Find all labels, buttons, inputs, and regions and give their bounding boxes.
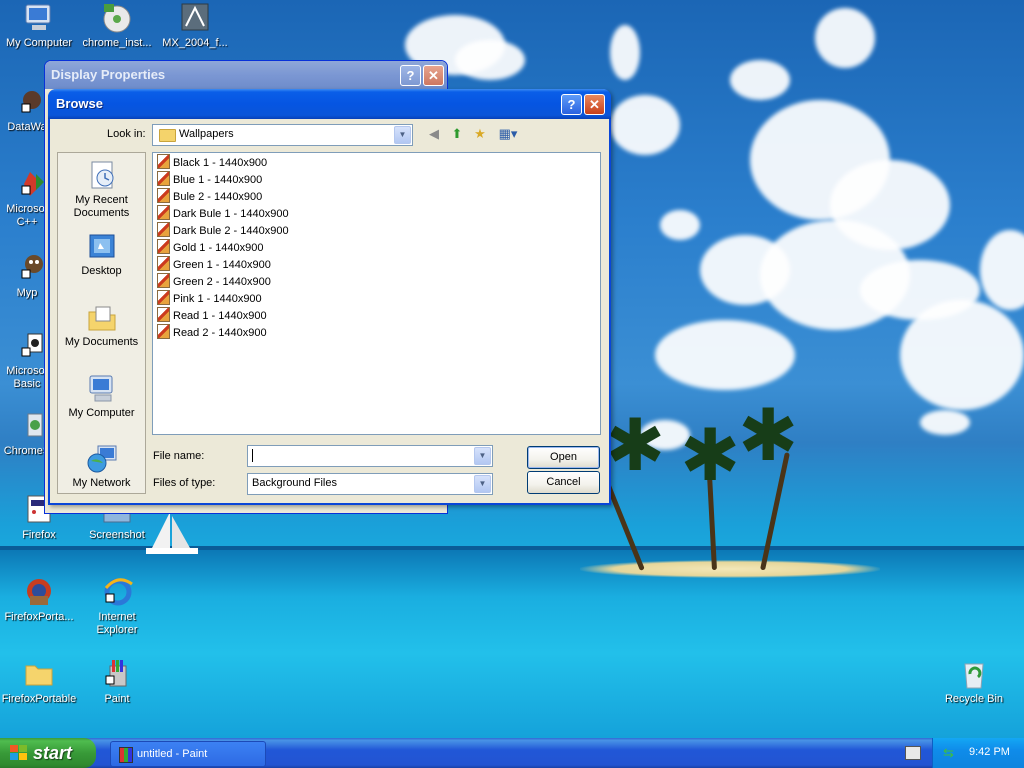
file-list[interactable]: Black 1 - 1440x900 Blue 1 - 1440x900 Bul… [152,152,601,435]
my-documents-icon [86,302,118,334]
back-icon[interactable]: ◀ [425,125,443,143]
file-type-label: Files of type: [153,477,216,489]
visual-cpp-icon [10,168,44,200]
island [580,560,880,578]
image-file-icon [157,290,170,305]
open-button[interactable]: Open [527,446,600,469]
file-item[interactable]: Green 2 - 1440x900 [157,273,271,290]
file-item[interactable]: Blue 1 - 1440x900 [157,171,262,188]
places-bar: My Recent Documents Desktop My Documents… [57,152,146,494]
clock[interactable]: 9:42 PM [969,746,1010,758]
image-file-icon [157,324,170,339]
visual-basic-icon [10,330,44,362]
system-tray: ⇆ 9:42 PM [932,738,1024,768]
palm-leaves: ✱ [605,406,666,486]
image-file-icon [157,171,170,186]
desktop-icon-firefoxportable-app[interactable]: FirefoxPorta... [0,576,78,624]
desktop-icon-internet-explorer[interactable]: Internet Explorer [78,576,156,637]
desktop-icon-my-computer[interactable]: My Computer [0,2,78,50]
setup-icon [10,410,44,442]
file-item[interactable]: Black 1 - 1440x900 [157,154,267,171]
file-item[interactable]: Read 1 - 1440x900 [157,307,267,324]
browse-help-button[interactable]: ? [561,94,582,115]
start-button[interactable]: start [0,738,96,768]
text-caret [252,449,253,462]
look-in-dropdown[interactable]: Wallpapers ▼ [152,124,413,146]
place-my-network[interactable]: My Network [58,443,145,490]
file-item[interactable]: Read 2 - 1440x900 [157,324,267,341]
file-type-dropdown[interactable]: Background Files ▼ [247,473,493,495]
look-in-label: Look in: [107,128,146,140]
internet-explorer-icon [100,576,134,608]
new-folder-icon[interactable]: ★ [471,125,489,143]
place-my-recent-documents[interactable]: My Recent Documents [58,160,145,220]
taskbar-item-label: untitled - Paint [137,748,208,760]
desktop-icon-firefoxportable-folder[interactable]: FirefoxPortable [0,658,78,706]
file-item[interactable]: Gold 1 - 1440x900 [157,239,264,256]
chevron-down-icon[interactable]: ▼ [474,447,491,465]
palm-leaves: ✱ [738,396,799,476]
display-properties-title: Display Properties [51,67,166,82]
taskbar-item-paint[interactable]: untitled - Paint [110,741,266,767]
paint-icon [100,658,134,690]
image-file-icon [157,307,170,322]
folder-icon [159,129,176,142]
file-name-label: File name: [153,450,205,462]
browse-dialog[interactable]: Browse ? ✕ Look in: Wallpapers ▼ ◀ ⬆ ★ ▦… [48,89,611,505]
browse-titlebar[interactable]: Browse [48,89,611,119]
image-file-icon [157,256,170,271]
network-tray-icon[interactable]: ⇆ [943,745,954,761]
app-shortcut-icon [10,252,44,284]
view-menu-icon[interactable]: ▦▾ [496,125,520,143]
file-item[interactable]: Pink 1 - 1440x900 [157,290,262,307]
desktop-icon-chrome-installer[interactable]: chrome_inst... [78,2,156,50]
paint-icon [119,747,133,763]
file-item[interactable]: Dark Bule 2 - 1440x900 [157,222,289,239]
start-label: start [33,743,73,763]
file-item[interactable]: Green 1 - 1440x900 [157,256,271,273]
network-globe-icon [86,443,118,475]
display-properties-help-button[interactable]: ? [400,65,421,86]
up-folder-icon[interactable]: ⬆ [448,125,466,143]
chevron-down-icon[interactable]: ▼ [394,126,411,144]
desktop-icon [86,231,118,263]
display-properties-close-button[interactable]: ✕ [423,65,444,86]
file-item[interactable]: Dark Bule 1 - 1440x900 [157,205,289,222]
image-file-icon [157,205,170,220]
keyboard-icon[interactable] [905,746,921,760]
installer-disc-icon [100,2,134,34]
file-name-input[interactable]: ▼ [247,445,493,467]
mx-installer-icon [178,2,212,34]
browse-title: Browse [56,96,103,111]
chevron-down-icon[interactable]: ▼ [474,475,491,493]
image-file-icon [157,188,170,203]
folder-icon [22,658,56,690]
browse-close-button[interactable]: ✕ [584,94,605,115]
desktop-icon-recycle-bin[interactable]: Recycle Bin [935,658,1013,706]
app-shortcut-icon [10,86,44,118]
image-file-icon [157,222,170,237]
desktop-icon-paint[interactable]: Paint [78,658,156,706]
recent-documents-icon [86,160,118,192]
computer-icon [86,373,118,405]
firefox-portable-icon [22,576,56,608]
image-file-icon [157,239,170,254]
place-my-documents[interactable]: My Documents [58,302,145,349]
file-type-value: Background Files [252,477,337,489]
windows-logo-icon [10,745,27,760]
place-my-computer[interactable]: My Computer [58,373,145,420]
recycle-bin-icon [957,658,991,690]
desktop-icon-mx-2004[interactable]: MX_2004_f... [156,2,234,50]
display-properties-titlebar[interactable]: Display Properties [45,61,447,89]
place-desktop[interactable]: Desktop [58,231,145,278]
taskbar: start untitled - Paint ⇆ 9:42 PM [0,738,1024,768]
file-item[interactable]: Bule 2 - 1440x900 [157,188,262,205]
palm-leaves: ✱ [680,416,741,496]
computer-icon [22,2,56,34]
image-file-icon [157,154,170,169]
look-in-value: Wallpapers [179,128,234,140]
cancel-button[interactable]: Cancel [527,471,600,494]
image-file-icon [157,273,170,288]
